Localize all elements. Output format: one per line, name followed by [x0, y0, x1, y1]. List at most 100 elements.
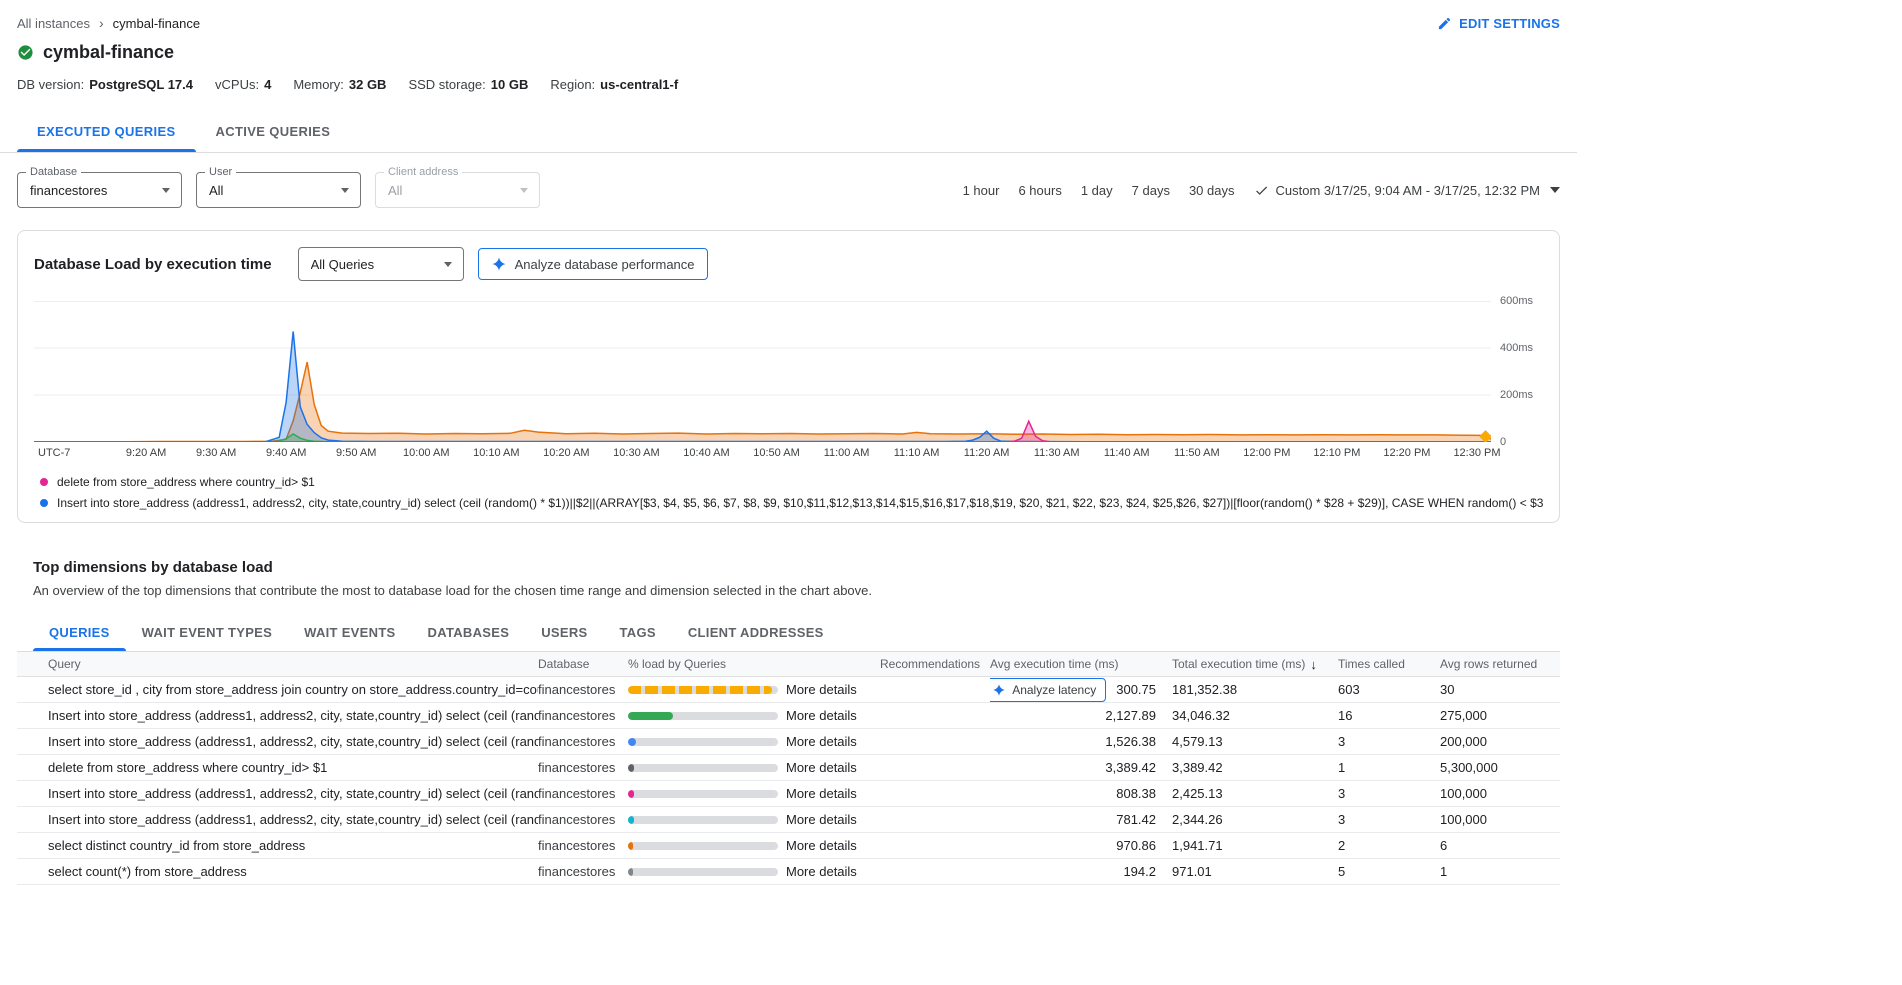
dimension-tab-databases[interactable]: DATABASES — [412, 615, 526, 651]
load-bar — [628, 816, 778, 824]
dimension-tab-bar: QUERIESWAIT EVENT TYPESWAIT EVENTSDATABA… — [17, 615, 1560, 652]
time-range-6-hours[interactable]: 6 hours — [1018, 183, 1061, 198]
x-axis-label: 10:20 AM — [543, 447, 589, 459]
main-tab-bar: EXECUTED QUERIESACTIVE QUERIES — [0, 112, 1577, 153]
x-axis-label: 11:40 AM — [1104, 447, 1150, 459]
x-axis-label: 9:30 AM — [196, 447, 236, 459]
times-called-cell: 2 — [1338, 838, 1440, 853]
more-details-link[interactable]: More details — [786, 708, 857, 723]
time-range-30-days[interactable]: 30 days — [1189, 183, 1235, 198]
database-cell: financestores — [538, 760, 628, 775]
avg-execution-value: 808.38 — [1116, 786, 1156, 801]
x-axis-label: 10:50 AM — [753, 447, 799, 459]
legend-dot-icon — [40, 499, 48, 507]
y-axis-label: 400ms — [1500, 342, 1533, 354]
times-called-cell: 603 — [1338, 682, 1440, 697]
load-bar — [628, 790, 778, 798]
edit-settings-button[interactable]: EDIT SETTINGS — [1437, 16, 1560, 31]
load-bar — [628, 842, 778, 850]
dimension-tab-users[interactable]: USERS — [525, 615, 603, 651]
x-axis-label: 12:30 PM — [1453, 447, 1500, 459]
database-cell: financestores — [538, 786, 628, 801]
column-header-load-by-queries[interactable]: % load by Queries — [628, 657, 880, 671]
load-area-chart[interactable] — [34, 301, 1491, 442]
query-cell[interactable]: delete from store_address where country_… — [17, 760, 538, 775]
dimension-tab-client-addresses[interactable]: CLIENT ADDRESSES — [672, 615, 840, 651]
load-bar — [628, 686, 778, 694]
time-range-1-day[interactable]: 1 day — [1081, 183, 1113, 198]
avg-execution-cell: Analyze latency 300.75 — [990, 678, 1172, 702]
column-header-total-execution-time-ms[interactable]: Total execution time (ms)↓ — [1172, 657, 1338, 672]
query-cell[interactable]: Insert into store_address (address1, add… — [17, 708, 538, 723]
total-execution-cell: 2,344.26 — [1172, 812, 1338, 827]
total-execution-cell: 3,389.42 — [1172, 760, 1338, 775]
time-range-7-days[interactable]: 7 days — [1132, 183, 1170, 198]
legend-item[interactable]: Insert into store_address (address1, add… — [40, 496, 1543, 510]
avg-rows-cell: 1 — [1440, 864, 1560, 879]
table-row: Insert into store_address (address1, add… — [17, 807, 1560, 833]
query-cell[interactable]: Insert into store_address (address1, add… — [17, 812, 538, 827]
column-header-avg-rows-returned[interactable]: Avg rows returned — [1440, 657, 1560, 671]
more-details-link[interactable]: More details — [786, 786, 857, 801]
dimension-tab-queries[interactable]: QUERIES — [33, 615, 126, 651]
query-cell[interactable]: Insert into store_address (address1, add… — [17, 786, 538, 801]
x-axis-label: 11:20 AM — [964, 447, 1010, 459]
avg-rows-cell: 5,300,000 — [1440, 760, 1560, 775]
query-cell[interactable]: select store_id , city from store_addres… — [17, 682, 538, 697]
select-value: All Queries — [311, 257, 375, 272]
avg-execution-value: 2,127.89 — [1105, 708, 1156, 723]
avg-execution-cell: 3,389.42 — [990, 760, 1172, 775]
database-cell: financestores — [538, 682, 628, 697]
column-header-recommendations[interactable]: Recommendations — [880, 657, 990, 671]
check-icon — [1254, 183, 1269, 198]
page: All instances › cymbal-finance EDIT SETT… — [0, 0, 1577, 885]
column-header-times-called[interactable]: Times called — [1338, 657, 1440, 671]
total-execution-cell: 4,579.13 — [1172, 734, 1338, 749]
times-called-cell: 3 — [1338, 734, 1440, 749]
load-cell: More details — [628, 838, 880, 853]
database-cell: financestores — [538, 864, 628, 879]
more-details-link[interactable]: More details — [786, 864, 857, 879]
legend-item[interactable]: delete from store_address where country_… — [40, 475, 1543, 489]
query-filter-select[interactable]: All Queries — [298, 247, 464, 281]
legend-label: delete from store_address where country_… — [57, 475, 315, 489]
query-cell[interactable]: select count(*) from store_address — [17, 864, 538, 879]
analyze-database-performance-button[interactable]: Analyze database performance — [478, 248, 708, 280]
more-details-link[interactable]: More details — [786, 812, 857, 827]
more-details-link[interactable]: More details — [786, 760, 857, 775]
load-bar — [628, 712, 778, 720]
dimensions-table: QueryDatabase% load by QueriesRecommenda… — [17, 652, 1560, 885]
total-execution-cell: 971.01 — [1172, 864, 1338, 879]
query-cell[interactable]: select distinct country_id from store_ad… — [17, 838, 538, 853]
times-called-cell: 3 — [1338, 812, 1440, 827]
tab-active-queries[interactable]: ACTIVE QUERIES — [196, 112, 351, 152]
time-range-custom-button[interactable]: Custom 3/17/25, 9:04 AM - 3/17/25, 12:32… — [1254, 183, 1561, 198]
load-bar — [628, 868, 778, 876]
query-cell[interactable]: Insert into store_address (address1, add… — [17, 734, 538, 749]
analyze-latency-button[interactable]: Analyze latency — [990, 678, 1106, 702]
instance-meta-memory: Memory:32 GB — [293, 77, 386, 92]
column-header-query[interactable]: Query — [17, 657, 538, 671]
load-cell: More details — [628, 682, 880, 697]
avg-execution-value: 1,526.38 — [1105, 734, 1156, 749]
database-load-chart[interactable] — [34, 301, 1491, 442]
dimension-tab-wait-event-types[interactable]: WAIT EVENT TYPES — [126, 615, 288, 651]
dimension-tab-tags[interactable]: TAGS — [604, 615, 672, 651]
more-details-link[interactable]: More details — [786, 734, 857, 749]
top-dimensions-section: Top dimensions by database load An overv… — [17, 559, 1560, 885]
column-header-database[interactable]: Database — [538, 657, 628, 671]
time-range-1-hour[interactable]: 1 hour — [963, 183, 1000, 198]
more-details-link[interactable]: More details — [786, 682, 857, 697]
avg-execution-value: 3,389.42 — [1105, 760, 1156, 775]
select-label: Database — [26, 166, 81, 178]
column-header-avg-execution-time-ms[interactable]: Avg execution time (ms) — [990, 657, 1172, 671]
database-select[interactable]: Database financestores — [17, 172, 182, 208]
tab-executed-queries[interactable]: EXECUTED QUERIES — [17, 112, 196, 152]
x-axis-label: 10:10 AM — [473, 447, 519, 459]
breadcrumb-all-instances[interactable]: All instances — [17, 16, 90, 31]
dimension-tab-wait-events[interactable]: WAIT EVENTS — [288, 615, 411, 651]
more-details-link[interactable]: More details — [786, 838, 857, 853]
x-axis-label: 9:20 AM — [126, 447, 166, 459]
user-select[interactable]: User All — [196, 172, 361, 208]
table-row: Insert into store_address (address1, add… — [17, 729, 1560, 755]
